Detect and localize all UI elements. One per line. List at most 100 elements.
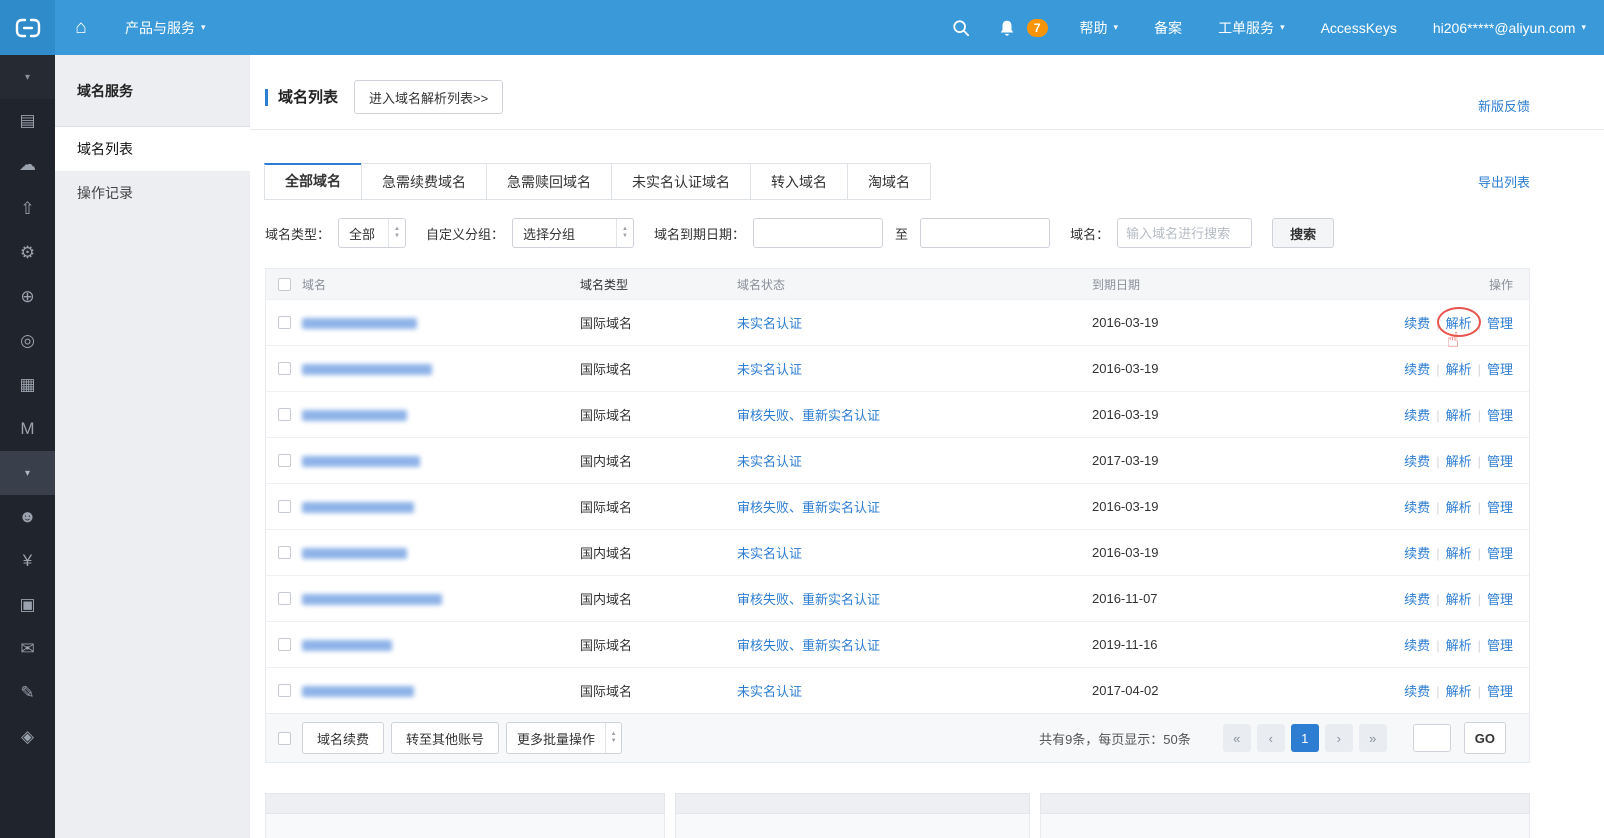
resolve-link[interactable]: 解析 [1446, 362, 1472, 377]
sidebar-icon-item[interactable]: ⇧ [0, 187, 55, 231]
row-checkbox[interactable] [278, 592, 291, 605]
search-button[interactable] [938, 0, 984, 55]
sidebar-icon-item[interactable]: ▣ [0, 583, 55, 627]
domain-status-link[interactable]: 未实名认证 [737, 362, 802, 377]
renew-link[interactable]: 续费 [1404, 408, 1430, 423]
resolve-link[interactable]: 解析 [1446, 500, 1472, 515]
tab[interactable]: 转入域名 [750, 163, 848, 200]
sidebar-icon-item[interactable]: ☻ [0, 495, 55, 539]
renew-link[interactable]: 续费 [1404, 454, 1430, 469]
manage-link[interactable]: 管理 [1487, 316, 1513, 331]
tab[interactable]: 急需续费域名 [361, 163, 487, 200]
pagination-button[interactable]: ‹ [1257, 724, 1285, 752]
manage-link[interactable]: 管理 [1487, 592, 1513, 607]
domain-status-link[interactable]: 未实名认证 [737, 316, 802, 331]
enter-resolve-list-button[interactable]: 进入域名解析列表>> [354, 80, 503, 114]
sidebar-icon-item[interactable]: ▾ [0, 451, 55, 495]
transfer-account-button[interactable]: 转至其他账号 [391, 722, 499, 754]
beian-link[interactable]: 备案 [1136, 0, 1200, 55]
aliyun-logo[interactable] [0, 0, 55, 55]
row-checkbox[interactable] [278, 408, 291, 421]
manage-link[interactable]: 管理 [1487, 638, 1513, 653]
domain-status-link[interactable]: 审核失败、重新实名认证 [737, 500, 880, 515]
domain-status-link[interactable]: 未实名认证 [737, 546, 802, 561]
sidebar-icon-item[interactable]: ▾ [0, 55, 55, 99]
pagination-button[interactable]: › [1325, 724, 1353, 752]
account-menu[interactable]: hi206*****@aliyun.com ▾ [1415, 0, 1604, 55]
row-checkbox[interactable] [278, 500, 291, 513]
renew-link[interactable]: 续费 [1404, 362, 1430, 377]
manage-link[interactable]: 管理 [1487, 500, 1513, 515]
search-button[interactable]: 搜索 [1272, 218, 1334, 248]
subnav-item[interactable]: 域名列表 [55, 127, 250, 171]
pagination-button[interactable]: » [1359, 724, 1387, 752]
row-checkbox[interactable] [278, 362, 291, 375]
expiry-date-from-input[interactable] [753, 218, 883, 248]
row-checkbox[interactable] [278, 638, 291, 651]
manage-link[interactable]: 管理 [1487, 408, 1513, 423]
sidebar-icon-item[interactable]: M [0, 407, 55, 451]
sidebar-icon-item[interactable]: ▤ [0, 99, 55, 143]
custom-group-select[interactable]: 选择分组 ▲▼ [512, 218, 634, 248]
subnav-item[interactable]: 操作记录 [55, 171, 250, 215]
manage-link[interactable]: 管理 [1487, 546, 1513, 561]
notifications-button[interactable]: 7 [984, 0, 1062, 55]
sidebar-icon-item[interactable]: ✎ [0, 671, 55, 715]
resolve-link-highlight: 解析☝ [1446, 497, 1472, 516]
renew-link[interactable]: 续费 [1404, 500, 1430, 515]
resolve-link[interactable]: 解析 [1446, 638, 1472, 653]
row-checkbox[interactable] [278, 316, 291, 329]
tab[interactable]: 全部域名 [264, 163, 362, 200]
help-menu[interactable]: 帮助 ▾ [1062, 0, 1137, 55]
row-checkbox[interactable] [278, 684, 291, 697]
renew-link[interactable]: 续费 [1404, 638, 1430, 653]
domain-status-link[interactable]: 审核失败、重新实名认证 [737, 408, 880, 423]
sidebar-icon-item[interactable]: ◈ [0, 715, 55, 759]
resolve-link[interactable]: 解析 [1446, 546, 1472, 561]
tickets-menu[interactable]: 工单服务 ▾ [1200, 0, 1303, 55]
renew-link[interactable]: 续费 [1404, 316, 1430, 331]
sidebar-icon-item[interactable]: ⚙ [0, 231, 55, 275]
manage-link[interactable]: 管理 [1487, 454, 1513, 469]
domain-status-link[interactable]: 未实名认证 [737, 454, 802, 469]
renew-link[interactable]: 续费 [1404, 546, 1430, 561]
domain-status-link[interactable]: 审核失败、重新实名认证 [737, 592, 880, 607]
select-all-checkbox[interactable] [278, 278, 291, 291]
pagination-button[interactable]: 1 [1291, 724, 1319, 752]
domain-type-select[interactable]: 全部 ▲▼ [338, 218, 406, 248]
batch-select-all-checkbox[interactable] [278, 732, 291, 745]
domain-status-link[interactable]: 审核失败、重新实名认证 [737, 638, 880, 653]
row-checkbox[interactable] [278, 546, 291, 559]
sidebar-icon-item[interactable]: ⊕ [0, 275, 55, 319]
expiry-date-to-input[interactable] [920, 218, 1050, 248]
tab[interactable]: 未实名认证域名 [611, 163, 751, 200]
row-checkbox[interactable] [278, 454, 291, 467]
sidebar-icon-item[interactable]: ▦ [0, 363, 55, 407]
sidebar-icon-item[interactable]: ¥ [0, 539, 55, 583]
accesskeys-link[interactable]: AccessKeys [1303, 0, 1415, 55]
domain-status-link[interactable]: 未实名认证 [737, 684, 802, 699]
go-button[interactable]: GO [1464, 722, 1506, 754]
resolve-link[interactable]: 解析 [1446, 592, 1472, 607]
resolve-link[interactable]: 解析 [1446, 408, 1472, 423]
more-batch-operations-select[interactable]: 更多批量操作 ▲▼ [506, 722, 622, 754]
domain-search-input[interactable] [1117, 218, 1252, 248]
sidebar-icon-item[interactable]: ◎ [0, 319, 55, 363]
home-button[interactable]: ⌂ [55, 0, 107, 55]
products-services-menu[interactable]: 产品与服务 ▾ [107, 0, 224, 55]
resolve-link[interactable]: 解析 [1446, 684, 1472, 699]
manage-link[interactable]: 管理 [1487, 362, 1513, 377]
export-list-link[interactable]: 导出列表 [1478, 172, 1530, 191]
resolve-link[interactable]: 解析 [1446, 454, 1472, 469]
manage-link[interactable]: 管理 [1487, 684, 1513, 699]
pagination-button[interactable]: « [1223, 724, 1251, 752]
sidebar-icon-item[interactable]: ☁ [0, 143, 55, 187]
renew-link[interactable]: 续费 [1404, 592, 1430, 607]
batch-renew-button[interactable]: 域名续费 [302, 722, 384, 754]
new-version-feedback-link[interactable]: 新版反馈 [1478, 96, 1530, 115]
renew-link[interactable]: 续费 [1404, 684, 1430, 699]
sidebar-icon-item[interactable]: ✉ [0, 627, 55, 671]
page-number-input[interactable] [1413, 724, 1451, 752]
tab[interactable]: 淘域名 [847, 163, 931, 200]
tab[interactable]: 急需赎回域名 [486, 163, 612, 200]
